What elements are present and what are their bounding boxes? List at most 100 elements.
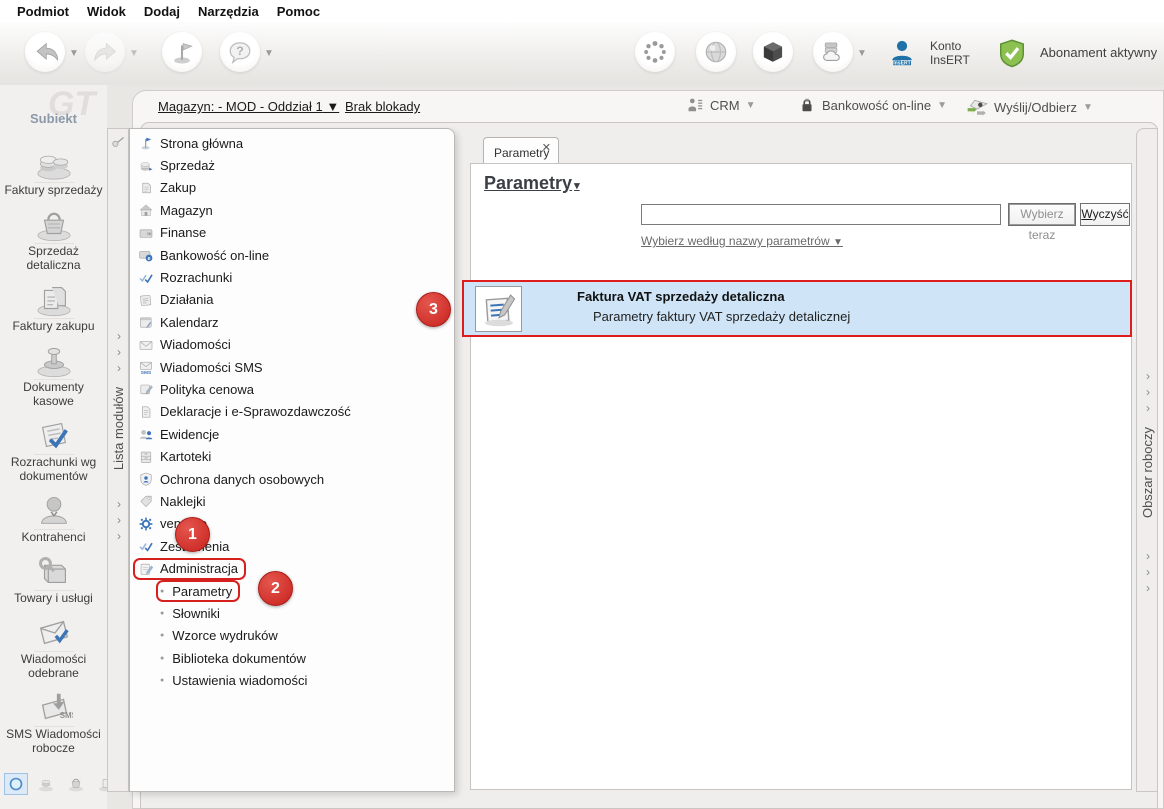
tree-item-biblioteka-dokumentów[interactable]: ● Biblioteka dokumentów xyxy=(130,647,454,669)
caret-down-icon: ▼ xyxy=(1082,101,1093,113)
sidebar-item-towary-i-usługi[interactable]: Towary i usługi xyxy=(0,551,107,605)
chevron-right-icon[interactable]: › xyxy=(108,529,130,543)
globe-button[interactable] xyxy=(696,32,736,72)
sidebar-item-wiadomości-odebrane[interactable]: Wiadomości odebrane xyxy=(0,612,107,680)
tree-item-label: Zakup xyxy=(160,180,197,196)
chevron-right-icon[interactable]: › xyxy=(1137,401,1159,415)
menu-item-podmiot[interactable]: Podmiot xyxy=(8,4,78,19)
caret-down-icon[interactable]: ▼ xyxy=(69,48,79,59)
select-now-button[interactable]: Wybierz teraz xyxy=(1008,203,1076,242)
abonament-shield-icon[interactable] xyxy=(992,33,1032,73)
tree-item-polityka-cenowa[interactable]: Polityka cenowa xyxy=(130,378,454,400)
tree-item-działania[interactable]: Działania xyxy=(130,289,454,311)
tree-item-sprzedaż[interactable]: Sprzedaż xyxy=(130,154,454,176)
tree-item-kartoteki[interactable]: Kartoteki xyxy=(130,445,454,467)
tree-item-rozrachunki[interactable]: Rozrachunki xyxy=(130,266,454,288)
menu-item-pomoc[interactable]: Pomoc xyxy=(268,4,329,19)
sidebar-item-sms-wiadomości-robocze[interactable]: SMS SMS Wiadomości robocze xyxy=(0,687,107,755)
cube-button[interactable] xyxy=(753,32,793,72)
labels-icon xyxy=(139,496,151,508)
result-item-faktura-vat[interactable]: Faktura VAT sprzedaży detaliczna Paramet… xyxy=(462,280,1132,337)
help-bubble-button[interactable]: ? xyxy=(220,32,260,72)
sidebar-item-rozrachunki-wg-dokumentów[interactable]: Rozrachunki wg dokumentów xyxy=(0,415,107,483)
lock-status-link[interactable]: Brak blokady xyxy=(345,99,420,114)
tab-parametry[interactable]: Parametry ✕ xyxy=(483,137,559,164)
reports-icon xyxy=(138,543,153,552)
tree-item-bankowość-on-line[interactable]: e Bankowość on-line xyxy=(130,244,454,266)
nav-forward-button[interactable] xyxy=(85,32,125,72)
banking-dropdown[interactable]: Bankowość on-line ▼ xyxy=(798,96,947,114)
module-circle-icon[interactable] xyxy=(4,773,28,795)
tree-item-zakup[interactable]: Zakup xyxy=(130,177,454,199)
menu-item-dodaj[interactable]: Dodaj xyxy=(135,4,189,19)
crm-dropdown[interactable]: CRM ▼ xyxy=(686,96,756,114)
module-sales-icon[interactable] xyxy=(34,773,58,795)
tree-item-kalendarz[interactable]: Kalendarz xyxy=(130,311,454,333)
konto-insert-label[interactable]: Konto InsERT xyxy=(930,39,970,67)
tree-item-finanse[interactable]: Finanse xyxy=(130,222,454,244)
tree-item-słowniki[interactable]: ● Słowniki xyxy=(130,602,454,624)
chevron-right-icon[interactable]: › xyxy=(1137,549,1159,563)
cloud-server-button[interactable] xyxy=(813,32,853,72)
pin-icon xyxy=(112,137,124,147)
menu-item-narzędzia[interactable]: Narzędzia xyxy=(189,4,268,19)
tree-item-wiadomości[interactable]: Wiadomości xyxy=(130,334,454,356)
insert-account-button[interactable]: InsERT xyxy=(882,32,922,72)
chevron-right-icon[interactable]: › xyxy=(108,513,130,527)
tree-item-label: Finanse xyxy=(160,225,207,241)
finance-icon xyxy=(139,229,152,238)
module-retail-icon[interactable] xyxy=(64,773,88,795)
sales-invoices-icon xyxy=(36,155,71,180)
clear-button[interactable]: Wyczyść xyxy=(1080,203,1130,226)
pricing-icon xyxy=(140,385,153,395)
pin-icon[interactable] xyxy=(110,133,128,151)
caret-down-icon: ▾ xyxy=(574,180,580,192)
page-title[interactable]: Parametry ▾ xyxy=(484,173,580,194)
close-icon[interactable]: ✕ xyxy=(542,141,551,154)
tree-item-ustawienia-wiadomości[interactable]: ● Ustawienia wiadomości xyxy=(130,669,454,691)
chevron-right-icon[interactable]: › xyxy=(1137,565,1159,579)
chevron-right-icon[interactable]: › xyxy=(1137,369,1159,383)
settlements-icon xyxy=(138,273,153,283)
tree-item-administracja[interactable]: Administracja xyxy=(130,557,454,580)
chevron-right-icon[interactable]: › xyxy=(108,361,130,375)
goods-services-icon xyxy=(38,556,66,583)
caret-down-icon[interactable]: ▼ xyxy=(129,48,139,59)
tree-item-naklejki[interactable]: Naklejki xyxy=(130,490,454,512)
chevron-right-icon[interactable]: › xyxy=(108,345,130,359)
sidebar-item-kontrahenci[interactable]: Kontrahenci xyxy=(0,490,107,544)
tree-item-label: Wiadomości SMS xyxy=(160,359,263,375)
modules-list-tab[interactable]: Lista modułów xyxy=(111,387,127,470)
tree-item-label: Administracja xyxy=(160,561,239,577)
caret-down-icon[interactable]: ▼ xyxy=(857,48,867,59)
send-receive-dropdown[interactable]: Wyślij/Odbierz ▼ xyxy=(966,96,1093,118)
tree-item-magazyn[interactable]: Magazyn xyxy=(130,199,454,221)
tree-item-ochrona-danych-osobowych[interactable]: Ochrona danych osobowych xyxy=(130,468,454,490)
filter-by-name-link[interactable]: Wybierz według nazwy parametrów ▼ xyxy=(641,234,843,248)
sidebar-item-faktury-sprzedaży[interactable]: Faktury sprzedaży xyxy=(0,143,107,197)
menu-item-widok[interactable]: Widok xyxy=(78,4,135,19)
tree-item-deklaracje-i-e-sprawozdawczość[interactable]: Deklaracje i e-Sprawozdawczość xyxy=(130,401,454,423)
chevron-right-icon[interactable]: › xyxy=(1137,385,1159,399)
tree-item-ewidencje[interactable]: Ewidencje xyxy=(130,423,454,445)
sync-dots-button[interactable] xyxy=(635,32,675,72)
chevron-right-icon[interactable]: › xyxy=(1137,581,1159,595)
parameter-search-input[interactable] xyxy=(641,204,1001,225)
chevron-right-icon[interactable]: › xyxy=(108,329,130,343)
tree-item-wiadomości-sms[interactable]: SMS Wiadomości SMS xyxy=(130,356,454,378)
annotation-step-1: 1 xyxy=(175,517,210,552)
tree-item-strona-główna[interactable]: Strona główna xyxy=(130,132,454,154)
tree-item-wzorce-wydruków[interactable]: ● Wzorce wydruków xyxy=(130,625,454,647)
sidebar-item-dokumenty-kasowe[interactable]: Dokumenty kasowe xyxy=(0,340,107,408)
work-area-tab[interactable]: Obszar roboczy xyxy=(1140,427,1156,518)
sidebar-item-faktury-zakupu[interactable]: Faktury zakupu xyxy=(0,279,107,333)
tree-item-label: Bankowość on-line xyxy=(160,247,270,263)
caret-down-icon[interactable]: ▼ xyxy=(264,48,274,59)
sidebar-item-sprzedaż-detaliczna[interactable]: Sprzedaż detaliczna xyxy=(0,204,107,272)
magazyn-selector[interactable]: Magazyn: - MOD - Oddział 1 ▼ xyxy=(158,99,339,114)
chevron-right-icon[interactable]: › xyxy=(108,497,130,511)
svg-text:e: e xyxy=(147,256,150,262)
flag-button[interactable] xyxy=(162,32,202,72)
sidebar-item-label: Faktury sprzedaży xyxy=(4,183,103,197)
nav-back-button[interactable] xyxy=(25,32,65,72)
